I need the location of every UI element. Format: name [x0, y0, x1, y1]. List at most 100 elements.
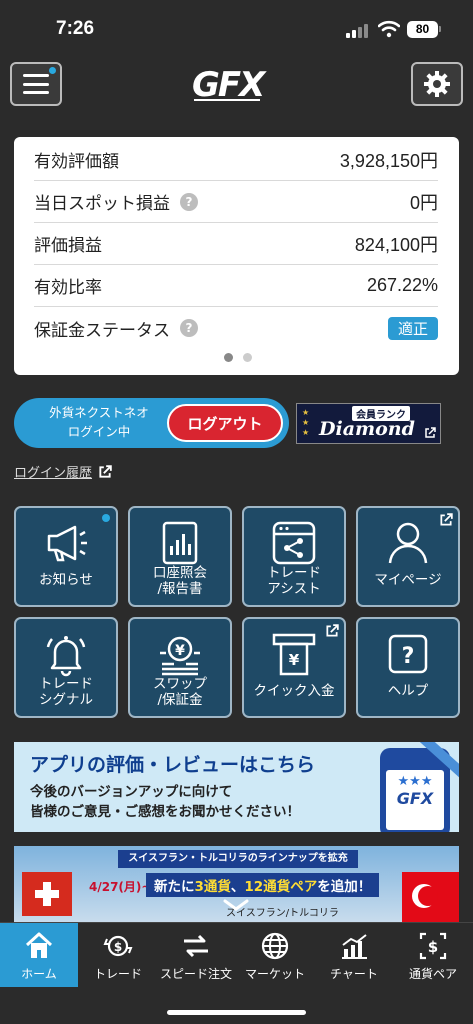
globe-icon [261, 932, 289, 960]
tab-label: 通貨ペア [408, 967, 457, 981]
svg-text:?: ? [402, 644, 415, 669]
external-link-icon [99, 464, 112, 478]
external-link-icon [425, 427, 436, 438]
tab-chart[interactable]: チャート [315, 923, 393, 987]
account-summary-card[interactable]: 有効評価額 3,928,150円 当日スポット損益? 0円 評価損益 824,1… [14, 137, 459, 375]
megaphone-icon [47, 525, 87, 562]
svg-text:¥: ¥ [289, 651, 300, 669]
rank-stars-icon: ★ ★ ★ [302, 408, 310, 437]
promo-text: を追加！ [317, 879, 372, 895]
tile-swap-margin[interactable]: ¥ スワップ /保証金 [128, 617, 232, 718]
review-banner-text: 今後のバージョンアップに向けて 皆様のご意見・ご感想をお聞かせください！ [30, 782, 300, 822]
promo-date: 4/27(月)~ [89, 880, 152, 894]
summary-label: 当日スポット損益 [34, 194, 170, 214]
speed-order-icon [184, 934, 208, 958]
review-line: 今後のバージョンアップに向けて [30, 784, 233, 800]
gear-icon [424, 71, 450, 97]
tile-quick-deposit[interactable]: ¥ クイック入金 [242, 617, 346, 718]
summary-label: 評価損益 [34, 236, 102, 256]
logout-button[interactable]: ログアウト [167, 404, 283, 442]
gfx-logo: GFX [192, 65, 269, 105]
tile-help[interactable]: ? ヘルプ [356, 617, 460, 718]
tab-label: スピード注文 [159, 967, 232, 981]
external-link-icon [440, 513, 453, 526]
chart-icon [342, 934, 367, 959]
tab-trade[interactable]: $ トレード [79, 923, 157, 987]
help-icon[interactable]: ? [180, 192, 198, 211]
chevron-down-icon[interactable] [222, 898, 250, 912]
review-logo: GFX [396, 789, 434, 808]
tab-speed-order[interactable]: スピード注文 [157, 923, 235, 987]
swiss-flag-icon [22, 872, 72, 916]
summary-value: 824,100円 [354, 234, 438, 255]
hamburger-icon [23, 74, 49, 94]
login-history-label: ログイン履歴 [14, 466, 93, 481]
settings-button[interactable] [411, 62, 463, 106]
tile-my-page[interactable]: マイページ [356, 506, 460, 607]
member-rank-banner[interactable]: ★ ★ ★ 会員ランク Diamond [296, 403, 441, 444]
login-state: ログイン中 [67, 424, 131, 439]
rating-stars-icon: ★★★ [397, 774, 433, 789]
summary-value: 267.22% [366, 275, 438, 295]
card-pager[interactable] [224, 353, 252, 362]
tile-label: ヘルプ [387, 683, 429, 699]
menu-button[interactable] [10, 62, 62, 106]
tile-label: トレード アシスト [267, 565, 321, 597]
bottom-tab-bar: ホーム $ トレード スピード注文 マーケット チャート $ 通貨ペア [0, 922, 473, 1024]
phone-illustration: ★★★ GFX [380, 748, 450, 832]
tile-account-report[interactable]: 口座照会 /報告書 [128, 506, 232, 607]
svg-text:$: $ [114, 940, 122, 954]
summary-row-spot-pl: 当日スポット損益? 0円 [34, 181, 438, 223]
tile-label: クイック入金 [253, 683, 335, 699]
promo-highlight: 12通貨ペア [244, 879, 318, 895]
tile-trade-signal[interactable]: トレード シグナル [14, 617, 118, 718]
bell-icon [46, 636, 86, 677]
promo-header: スイスフラン・トルコリラのラインナップを拡充 [118, 850, 358, 868]
external-link-icon [326, 624, 339, 637]
summary-value: 0円 [409, 192, 438, 213]
review-line: 皆様のご意見・ご感想をお聞かせください！ [30, 804, 300, 820]
tab-label: ホーム [21, 967, 57, 981]
currency-pair-icon: $ [419, 932, 447, 960]
tab-market[interactable]: マーケット [236, 923, 314, 987]
battery-icon: 80 [407, 21, 438, 38]
help-icon: ? [388, 634, 428, 674]
rank-name: Diamond [319, 418, 415, 440]
person-icon [388, 522, 428, 564]
tile-label: トレード シグナル [39, 676, 93, 708]
trade-icon: $ [103, 935, 133, 957]
summary-label: 有効比率 [34, 278, 102, 298]
pager-dot-active[interactable] [224, 353, 233, 362]
home-icon [25, 932, 53, 958]
review-banner[interactable]: アプリの評価・レビューはこちら 今後のバージョンアップに向けて 皆様のご意見・ご… [14, 742, 459, 832]
help-icon[interactable]: ? [180, 319, 198, 337]
login-status-pill: 外貨ネクストネオ ログイン中 ログアウト [14, 398, 289, 448]
document-chart-icon [162, 521, 198, 565]
tab-currency-pair[interactable]: $ 通貨ペア [394, 923, 472, 987]
battery-tip [439, 26, 441, 32]
atm-yen-icon: ¥ [272, 633, 316, 676]
turkish-flag-icon [402, 872, 459, 922]
login-history-link[interactable]: ログイン履歴 [14, 462, 112, 481]
share-window-icon [272, 521, 316, 565]
pager-dot[interactable] [243, 353, 252, 362]
yen-coins-icon: ¥ [160, 636, 200, 676]
login-status-text: 外貨ネクストネオ ログイン中 [24, 403, 174, 441]
tab-label: トレード [93, 967, 142, 981]
summary-label: 保証金ステータス [34, 320, 170, 341]
tab-home[interactable]: ホーム [0, 923, 78, 987]
cellular-signal-icon [346, 24, 370, 38]
status-bar: 7:26 80 [0, 0, 473, 52]
unread-dot [102, 514, 110, 522]
tile-label: お知らせ [39, 572, 93, 588]
login-service-name: 外貨ネクストネオ [49, 405, 149, 420]
tile-news[interactable]: お知らせ [14, 506, 118, 607]
tile-label: 口座照会 /報告書 [153, 565, 207, 597]
summary-row-margin-ratio: 有効比率 267.22% [34, 265, 438, 307]
summary-row-unrealized-pl: 評価損益 824,100円 [34, 223, 438, 265]
notification-dot [49, 67, 56, 74]
svg-text:$: $ [428, 938, 438, 956]
status-time: 7:26 [56, 18, 95, 39]
promo-text: 新たに [154, 879, 195, 895]
tile-trade-assist[interactable]: トレード アシスト [242, 506, 346, 607]
